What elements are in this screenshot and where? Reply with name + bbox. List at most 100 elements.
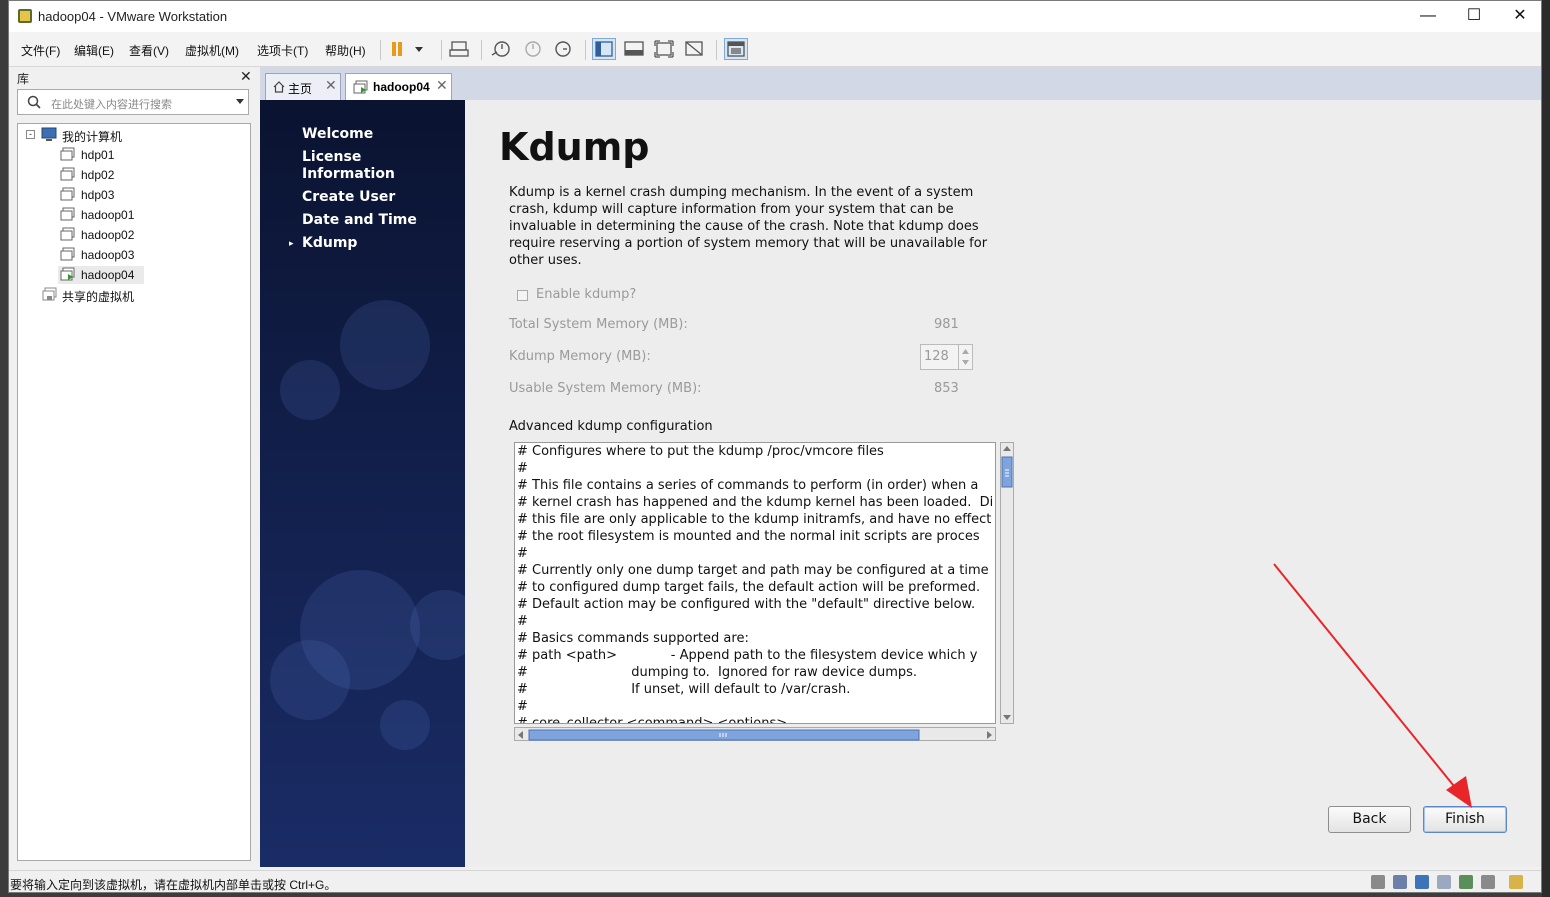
tab-label: hadoop04 <box>373 80 430 94</box>
snapshot-button[interactable] <box>489 38 513 60</box>
show-thumbnail-button[interactable] <box>622 38 646 60</box>
collapse-toggle-icon[interactable]: - <box>26 130 35 139</box>
hard-disk-icon[interactable] <box>1371 875 1385 889</box>
message-log-icon[interactable] <box>1509 875 1523 889</box>
tree-label: hdp01 <box>81 148 115 162</box>
running-vm-icon <box>60 267 75 281</box>
total-memory-label: Total System Memory (MB): <box>509 317 688 332</box>
show-library-button[interactable] <box>592 38 616 60</box>
guest-screen[interactable]: Welcome License Information Create User … <box>260 100 1541 867</box>
usb-controller-icon[interactable] <box>1437 875 1451 889</box>
tree-item-my-computer[interactable]: - 我的计算机 <box>18 126 248 144</box>
config-vertical-scrollbar[interactable] <box>1000 442 1014 724</box>
tree-item-vm[interactable]: hadoop03 <box>18 246 248 264</box>
config-horizontal-scrollbar[interactable] <box>514 727 996 741</box>
tab-close-icon[interactable]: ✕ <box>436 77 448 94</box>
unity-button[interactable] <box>682 38 706 60</box>
tree-item-vm[interactable]: hadoop02 <box>18 226 248 244</box>
menu-help[interactable]: 帮助(H) <box>325 42 366 59</box>
sound-card-icon[interactable] <box>1459 875 1473 889</box>
library-panel: 库 ✕ 在此处键入内容进行搜索 - 我的计算机 hdp01 hdp02 hdp0… <box>9 67 260 867</box>
spinner-buttons[interactable] <box>958 345 972 369</box>
toolbar-separator <box>380 40 381 60</box>
minimize-button[interactable]: — <box>1405 1 1451 32</box>
vm-icon <box>60 247 75 261</box>
vm-icon <box>60 187 75 201</box>
cd-dvd-icon[interactable] <box>1393 875 1407 889</box>
tab-close-icon[interactable]: ✕ <box>325 77 337 94</box>
kdump-memory-label: Kdump Memory (MB): <box>509 349 651 364</box>
vm-icon <box>60 167 75 181</box>
vmware-window: hadoop04 - VMware Workstation — ☐ ✕ 文件(F… <box>8 0 1542 893</box>
status-bar: 要将输入定向到该虚拟机，请在虚拟机内部单击或按 Ctrl+G。 <box>9 870 1541 892</box>
finish-button[interactable]: Finish <box>1423 806 1507 833</box>
decor-bubble <box>280 360 340 420</box>
keyboard-icon <box>449 41 469 57</box>
search-dropdown-icon[interactable] <box>236 99 244 104</box>
tab-hadoop04[interactable]: hadoop04 ✕ <box>345 73 452 100</box>
full-screen-button[interactable] <box>652 38 676 60</box>
search-icon <box>27 95 41 109</box>
step-create-user: Create User <box>302 189 396 205</box>
library-close-button[interactable]: ✕ <box>240 68 252 85</box>
usable-memory-label: Usable System Memory (MB): <box>509 381 702 396</box>
tab-strip: 主页 ✕ hadoop04 ✕ <box>260 67 1541 101</box>
hscroll-graphic <box>518 729 992 741</box>
maximize-button[interactable]: ☐ <box>1451 1 1497 32</box>
tree-item-shared-vms[interactable]: 共享的虚拟机 <box>18 286 248 304</box>
toolbar-separator <box>441 40 442 60</box>
enable-kdump-checkbox[interactable] <box>517 290 528 301</box>
config-text: # Configures where to put the kdump /pro… <box>517 444 994 724</box>
toolbar-separator <box>585 40 586 60</box>
status-text: 要将输入定向到该虚拟机，请在虚拟机内部单击或按 Ctrl+G。 <box>10 878 337 892</box>
kdump-memory-spinner[interactable]: 128 <box>920 344 973 370</box>
current-step-arrow-icon: ▸ <box>289 238 294 248</box>
tree-label: 我的计算机 <box>62 130 123 144</box>
toolbar-separator <box>716 40 717 60</box>
advanced-config-textarea[interactable]: # Configures where to put the kdump /pro… <box>514 442 996 724</box>
pause-button[interactable] <box>389 38 423 60</box>
console-view-button[interactable] <box>724 38 748 60</box>
tab-home[interactable]: 主页 ✕ <box>265 73 341 100</box>
send-ctrl-alt-del-button[interactable] <box>447 38 471 60</box>
console-view-icon <box>727 41 745 57</box>
tree-label: hdp03 <box>81 188 115 202</box>
library-tree: - 我的计算机 hdp01 hdp02 hdp03 hadoop01 hadoo… <box>17 123 251 861</box>
shared-vm-icon <box>42 287 57 301</box>
menu-edit[interactable]: 编辑(E) <box>74 42 114 59</box>
tree-item-vm[interactable]: hdp02 <box>18 166 248 184</box>
running-vm-icon <box>353 80 368 94</box>
back-button[interactable]: Back <box>1328 806 1411 833</box>
close-window-button[interactable]: ✕ <box>1497 1 1541 32</box>
printer-icon[interactable] <box>1481 875 1495 889</box>
menu-file[interactable]: 文件(F) <box>21 42 60 59</box>
tab-label: 主页 <box>288 82 313 96</box>
enable-kdump-label: Enable kdump? <box>536 287 637 302</box>
desktop-edge <box>1542 0 1550 897</box>
full-screen-icon <box>654 40 674 58</box>
window-title: hadoop04 - VMware Workstation <box>38 9 228 24</box>
tree-item-vm[interactable]: hdp03 <box>18 186 248 204</box>
menu-tabs[interactable]: 选项卡(T) <box>257 42 308 59</box>
vmware-app-icon <box>18 9 32 23</box>
library-search-input[interactable]: 在此处键入内容进行搜索 <box>17 89 249 115</box>
usable-memory-value: 853 <box>934 381 959 396</box>
library-title: 库 <box>17 72 30 86</box>
home-icon <box>273 81 285 93</box>
snapshot-manager-icon <box>555 41 571 57</box>
menu-vm[interactable]: 虚拟机(M) <box>185 42 239 59</box>
revert-snapshot-button[interactable] <box>520 38 544 60</box>
page-title: Kdump <box>499 125 650 169</box>
decor-bubble <box>340 300 430 390</box>
kdump-description: Kdump is a kernel crash dumping mechanis… <box>509 185 988 268</box>
tree-item-vm-selected[interactable]: hadoop04 <box>58 266 144 284</box>
tree-item-vm[interactable]: hdp01 <box>18 146 248 164</box>
menu-view[interactable]: 查看(V) <box>129 42 169 59</box>
decor-bubble <box>380 700 430 750</box>
network-adapter-icon[interactable] <box>1415 875 1429 889</box>
pause-icon <box>392 42 423 56</box>
snapshot-manager-button[interactable] <box>550 38 574 60</box>
tree-item-vm[interactable]: hadoop01 <box>18 206 248 224</box>
advanced-config-label: Advanced kdump configuration <box>509 419 713 434</box>
tree-label: hdp02 <box>81 168 115 182</box>
